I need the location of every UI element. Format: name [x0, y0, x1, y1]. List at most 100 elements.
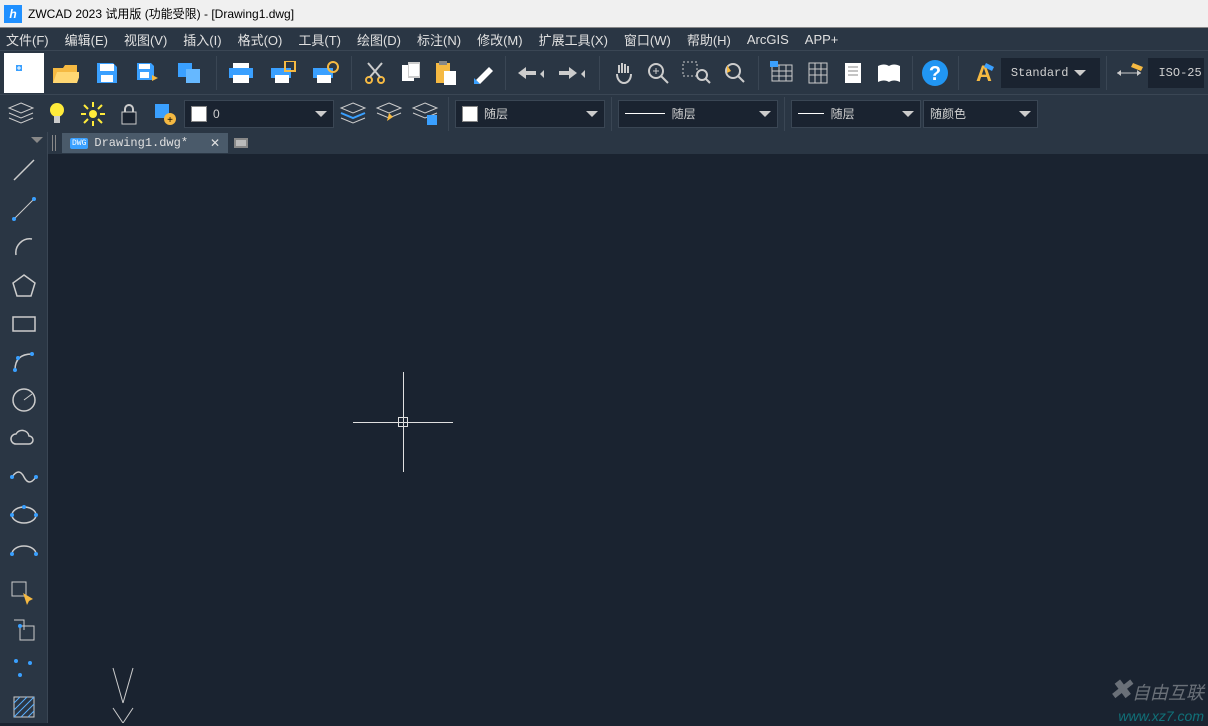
- tab-close-button[interactable]: ✕: [210, 136, 220, 151]
- cloud-tool[interactable]: [6, 422, 42, 454]
- help-button[interactable]: ?: [919, 53, 953, 93]
- menu-view[interactable]: 视图(V): [124, 30, 167, 49]
- insert-block-tool[interactable]: [6, 576, 42, 608]
- crosshair-center: [398, 417, 408, 427]
- ucs-icon: [103, 653, 143, 723]
- lineweight-dropdown[interactable]: 随层: [791, 100, 921, 128]
- copy-button[interactable]: [170, 53, 210, 93]
- circle-tool[interactable]: [6, 384, 42, 416]
- palette-grip[interactable]: [0, 132, 47, 148]
- arc-tool[interactable]: [6, 231, 42, 263]
- separator: [448, 97, 449, 131]
- layer-toolbar: + 0 随层 随层 随层 随颜色: [0, 94, 1208, 132]
- menu-appplus[interactable]: APP+: [805, 32, 839, 47]
- plotstyle-dropdown[interactable]: 随颜色: [923, 100, 1038, 128]
- menu-window[interactable]: 窗口(W): [624, 30, 671, 49]
- zoom-previous-button[interactable]: [719, 53, 753, 93]
- construction-line-tool[interactable]: [6, 192, 42, 224]
- layer-states-button[interactable]: [408, 97, 442, 131]
- new-button[interactable]: [4, 53, 44, 93]
- menu-draw[interactable]: 绘图(D): [357, 30, 401, 49]
- book-button[interactable]: [872, 53, 906, 93]
- linetype-preview: [625, 113, 665, 114]
- pan-button[interactable]: [606, 53, 640, 93]
- linetype-dropdown[interactable]: 随层: [618, 100, 778, 128]
- layer-color-button[interactable]: +: [148, 97, 182, 131]
- window-title: ZWCAD 2023 试用版 (功能受限) - [Drawing1.dwg]: [28, 5, 294, 22]
- menu-edit[interactable]: 编辑(E): [65, 30, 108, 49]
- dimstyle-button[interactable]: [1113, 53, 1147, 93]
- menu-arcgis[interactable]: ArcGIS: [747, 32, 789, 47]
- redo-button[interactable]: [553, 53, 593, 93]
- tab-add-button[interactable]: [232, 134, 252, 152]
- hatch-tool[interactable]: [6, 691, 42, 723]
- print-button[interactable]: [223, 53, 263, 93]
- ellipse-tool[interactable]: [6, 499, 42, 531]
- textstyle-button[interactable]: A: [965, 53, 999, 93]
- dropdown-arrow-icon: [315, 111, 327, 117]
- color-swatch: [462, 106, 478, 122]
- lineweight-value: 随层: [831, 105, 855, 122]
- menu-file[interactable]: 文件(F): [6, 30, 49, 49]
- watermark: ✖自由互联 www.xz7.com: [1109, 675, 1204, 726]
- menu-tool[interactable]: 工具(T): [298, 30, 341, 49]
- ellipse-arc-tool[interactable]: [6, 537, 42, 569]
- tabstrip-grip[interactable]: [52, 135, 58, 151]
- separator: [1106, 56, 1107, 90]
- menu-format[interactable]: 格式(O): [238, 30, 283, 49]
- textstyle-dropdown[interactable]: Standard: [1001, 58, 1100, 88]
- document-tab[interactable]: DWG Drawing1.dwg* ✕: [62, 133, 228, 153]
- zoom-realtime-button[interactable]: [641, 53, 675, 93]
- color-swatch: [191, 106, 207, 122]
- watermark-url: www.xz7.com: [1118, 708, 1204, 724]
- point-tool[interactable]: [6, 652, 42, 684]
- layer-prev-button[interactable]: [372, 97, 406, 131]
- layer-on-button[interactable]: [40, 97, 74, 131]
- dimstyle-dropdown[interactable]: ISO-25: [1148, 58, 1203, 88]
- main-area: DWG Drawing1.dwg* ✕ ✖自由互联 www.xz7.com: [0, 132, 1208, 723]
- menu-insert[interactable]: 插入(I): [183, 30, 221, 49]
- menu-ext[interactable]: 扩展工具(X): [539, 30, 608, 49]
- color-dropdown[interactable]: 随层: [455, 100, 605, 128]
- separator: [958, 56, 959, 90]
- eraser-button[interactable]: [465, 53, 499, 93]
- layer-dropdown[interactable]: 0: [184, 100, 334, 128]
- watermark-brand: 自由互联: [1132, 683, 1204, 703]
- arc3p-tool[interactable]: [6, 346, 42, 378]
- cut-button[interactable]: [358, 53, 392, 93]
- layer-manager-button[interactable]: [4, 97, 38, 131]
- grid-button[interactable]: [801, 53, 835, 93]
- layer-lock-button[interactable]: [112, 97, 146, 131]
- paste-button[interactable]: [430, 53, 464, 93]
- line-tool[interactable]: [6, 154, 42, 186]
- open-button[interactable]: [46, 53, 86, 93]
- zoom-window-button[interactable]: [677, 53, 717, 93]
- dropdown-arrow-icon: [586, 111, 598, 117]
- copy-clip-button[interactable]: [394, 53, 428, 93]
- layer-iso-button[interactable]: [336, 97, 370, 131]
- rectangle-tool[interactable]: [6, 307, 42, 339]
- lineweight-preview: [798, 113, 824, 114]
- svg-text:+: +: [167, 115, 173, 126]
- drawing-canvas[interactable]: DWG Drawing1.dwg* ✕ ✖自由互联 www.xz7.com: [48, 132, 1208, 723]
- main-toolbar: ? A Standard ISO-25: [0, 50, 1208, 94]
- separator: [351, 56, 352, 90]
- menu-modify[interactable]: 修改(M): [477, 30, 523, 49]
- properties-button[interactable]: [836, 53, 870, 93]
- menu-help[interactable]: 帮助(H): [687, 30, 731, 49]
- saveas-button[interactable]: [129, 53, 169, 93]
- document-tab-title: Drawing1.dwg*: [94, 136, 188, 150]
- menu-annotate[interactable]: 标注(N): [417, 30, 461, 49]
- undo-button[interactable]: [512, 53, 552, 93]
- print-preview-button[interactable]: [306, 53, 346, 93]
- make-block-tool[interactable]: [6, 614, 42, 646]
- dimstyle-value: ISO-25: [1158, 66, 1201, 80]
- spline-tool[interactable]: [6, 461, 42, 493]
- save-button[interactable]: [87, 53, 127, 93]
- print-window-button[interactable]: [264, 53, 304, 93]
- layer-freeze-button[interactable]: [76, 97, 110, 131]
- dropdown-arrow-icon: [902, 111, 914, 117]
- polygon-tool[interactable]: [6, 269, 42, 301]
- draw-toolbar: [0, 132, 48, 723]
- table-button[interactable]: [765, 53, 799, 93]
